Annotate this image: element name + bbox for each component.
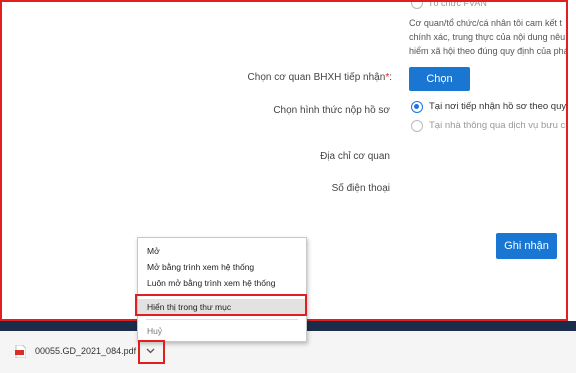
method-radio-postal[interactable] <box>411 120 423 132</box>
agency-label: Chọn cơ quan BHXH tiếp nhận*: <box>247 72 392 83</box>
download-file-name[interactable]: 00055.GD_2021_084.pdf <box>35 346 136 356</box>
menu-button-highlight <box>138 340 165 364</box>
commitment-line-1: Cơ quan/tổ chức/cá nhân tôi cam kết t <box>409 18 563 28</box>
phone-label: Số điện thoại <box>331 183 390 194</box>
menu-item-open-with-system-viewer[interactable]: Mở bằng trình xem hệ thống <box>138 259 306 275</box>
menu-item-open[interactable]: Mở <box>138 243 306 259</box>
fvan-radio[interactable] <box>411 2 423 9</box>
show-in-folder-highlight <box>135 294 307 316</box>
pdf-file-icon <box>15 344 27 359</box>
commitment-line-2: chính xác, trung thực của nội dung nêu t <box>409 32 568 42</box>
submit-method-label: Chọn hình thức nộp hồ sơ <box>273 105 390 116</box>
fvan-radio-label: Tổ chức FVAN <box>428 0 487 8</box>
menu-item-always-open-with-system-viewer[interactable]: Luôn mở bằng trình xem hệ thống <box>138 275 306 291</box>
choose-agency-button[interactable]: Chọn <box>409 67 470 91</box>
address-label: Địa chỉ cơ quan <box>320 151 390 162</box>
method-option-office-label: Tại nơi tiếp nhận hồ sơ theo quy đị <box>429 101 568 112</box>
method-radio-office[interactable] <box>411 101 423 113</box>
save-button[interactable]: Ghi nhận <box>496 233 557 259</box>
commitment-line-3: hiểm xã hội theo đúng quy định của pháp <box>409 46 568 56</box>
menu-divider <box>146 319 298 320</box>
menu-item-cancel[interactable]: Huỷ <box>138 323 306 339</box>
method-option-postal-label: Tại nhà thông qua dịch vụ bưu chín <box>429 120 568 131</box>
download-context-menu: Mở Mở bằng trình xem hệ thống Luôn mở bằ… <box>137 237 307 342</box>
